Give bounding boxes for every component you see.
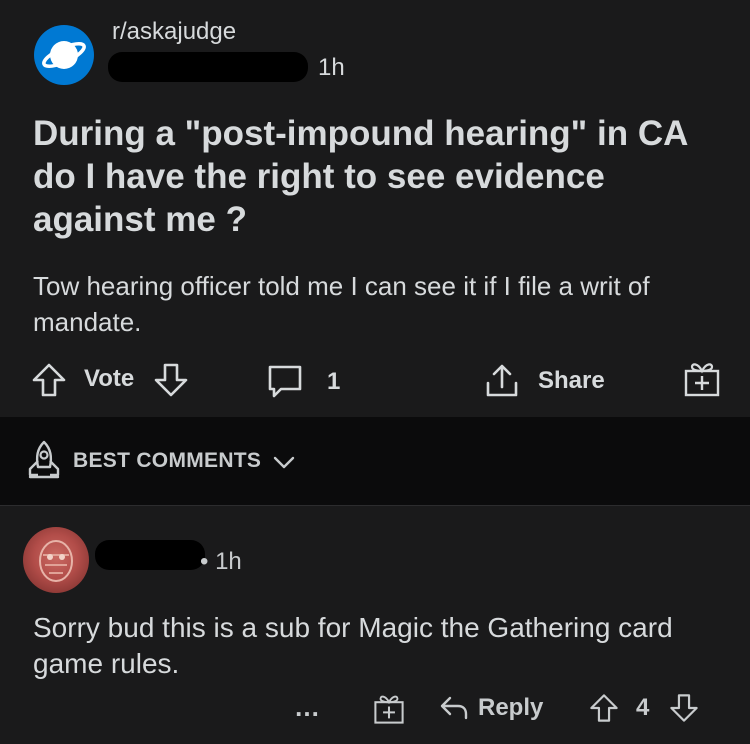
award-button[interactable]: [682, 359, 722, 399]
avatar-image: [39, 540, 73, 582]
rocket-icon: [28, 440, 60, 479]
post-title[interactable]: During a "post-impound hearing" in CA do…: [33, 112, 723, 241]
more-options-icon: …: [294, 692, 320, 722]
downvote-button[interactable]: [152, 361, 190, 399]
subreddit-icon[interactable]: [34, 25, 94, 85]
comment-score: 4: [636, 694, 650, 721]
arrow-down-icon: [154, 363, 188, 397]
subreddit-name[interactable]: r/askajudge: [112, 18, 236, 46]
comment-body: Sorry bud this is a sub for Magic the Ga…: [33, 612, 673, 679]
comment-count: 1: [327, 368, 341, 395]
gift-icon: [684, 363, 720, 397]
chevron-down-icon[interactable]: [272, 451, 296, 473]
post-body: Tow hearing officer told me I can see it…: [33, 271, 650, 337]
arrow-up-icon: [590, 694, 618, 722]
post-action-bar: Vote 1 Share: [0, 355, 750, 403]
post-timestamp: 1h: [318, 54, 345, 81]
arrow-up-icon: [32, 363, 66, 397]
arrow-down-icon: [670, 694, 698, 722]
redacted-username: [108, 52, 308, 82]
comments-button[interactable]: 1: [265, 363, 340, 401]
vote-label: Vote: [84, 365, 135, 392]
share-icon: [486, 364, 518, 397]
comment-upvote-button[interactable]: [588, 692, 620, 724]
commenter-avatar[interactable]: [23, 527, 89, 593]
gift-icon: [374, 695, 404, 724]
comment-award-button[interactable]: [372, 692, 406, 726]
redacted-commenter-username: [95, 540, 205, 570]
comment-action-bar: … Reply 4: [0, 690, 750, 734]
more-options-button[interactable]: …: [294, 692, 320, 723]
reply-arrow-icon: [440, 696, 468, 720]
comment-downvote-button[interactable]: [668, 692, 700, 724]
post-card: r/askajudge 1h During a "post-impound he…: [0, 0, 750, 417]
sort-label[interactable]: BEST COMMENTS: [73, 449, 261, 473]
comment-timestamp: • 1h: [200, 548, 242, 575]
reply-button[interactable]: Reply: [438, 692, 543, 724]
comment-bubble-icon: [268, 365, 302, 398]
share-button[interactable]: Share: [482, 361, 605, 401]
upvote-button[interactable]: [30, 361, 68, 399]
planet-icon: [42, 41, 86, 69]
